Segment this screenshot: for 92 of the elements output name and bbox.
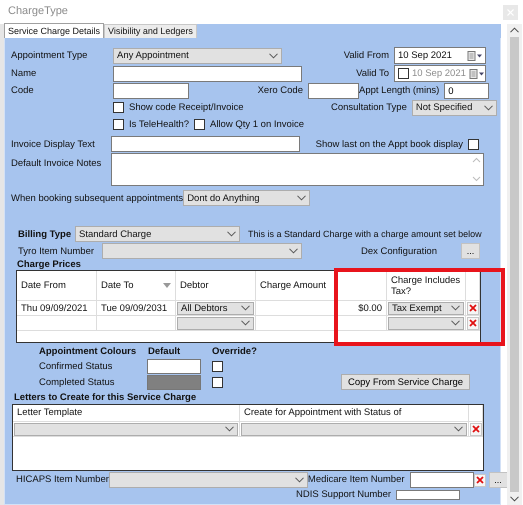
browse-button[interactable]: ... <box>461 243 480 260</box>
dropdown[interactable]: Dont do Anything <box>183 190 310 206</box>
delete-button[interactable] <box>470 422 482 436</box>
dropdown[interactable] <box>177 316 254 330</box>
field-label: Show code Receipt/Invoice <box>129 102 244 114</box>
column-header: Date From <box>21 280 66 292</box>
checkbox[interactable] <box>468 138 479 150</box>
field-label: Billing Type <box>18 228 72 240</box>
field-label: Valid From <box>344 50 389 62</box>
field-label: Letters to Create for this Service Charge <box>14 392 196 404</box>
chevron-icon <box>225 426 234 432</box>
checkbox[interactable] <box>194 119 205 130</box>
column-header: Charge Amount <box>260 280 326 292</box>
field-label: Tyro Item Number <box>18 246 94 258</box>
column-header: Debtor <box>180 280 209 292</box>
delete-button[interactable] <box>467 302 479 315</box>
field-label: Default Invoice Notes <box>11 158 102 170</box>
column-header: Date To <box>101 280 134 292</box>
field-label: Allow Qty 1 on Invoice <box>210 119 304 130</box>
field-label: Consultation Type <box>331 102 407 114</box>
input-field[interactable] <box>410 472 474 488</box>
chevron-icon <box>297 195 306 202</box>
field-label: Completed Status <box>39 376 115 388</box>
chevron-icon <box>269 52 278 58</box>
chevron-icon <box>289 248 298 254</box>
field-label: Valid To <box>356 68 389 80</box>
dropdown[interactable] <box>241 422 467 436</box>
input-field[interactable] <box>308 83 359 99</box>
field-label: Charge Prices <box>17 259 81 271</box>
column-header: Create for Appointment with Status of <box>244 407 402 419</box>
tab[interactable]: Visibility and Ledgers <box>104 24 197 38</box>
chevron-icon <box>294 477 304 484</box>
checkbox[interactable] <box>113 102 124 114</box>
table-cell: Tue 09/09/2031 <box>101 302 168 314</box>
field-label: Medicare Item Number <box>308 474 405 486</box>
dropdown[interactable]: Standard Charge <box>75 226 240 242</box>
table-cell: $0.00 <box>358 302 382 314</box>
dropdown[interactable] <box>388 316 464 330</box>
tab[interactable]: Service Charge Details <box>4 23 104 38</box>
close-icon <box>472 425 480 434</box>
text-area[interactable] <box>111 153 484 186</box>
checkbox[interactable] <box>398 68 409 79</box>
dropdown[interactable]: Tax Exempt <box>388 302 464 315</box>
field-label: Invoice Display Text <box>11 138 95 150</box>
field-label: Code <box>11 85 34 97</box>
field-label: Confirmed Status <box>39 360 112 372</box>
field-label: Name <box>11 68 36 80</box>
calendar-dropdown-icon <box>468 68 485 78</box>
input-field[interactable] <box>113 83 189 99</box>
browse-button[interactable]: ... <box>488 472 508 488</box>
dropdown[interactable] <box>14 422 238 436</box>
field-label: Appointment Colours <box>39 346 136 358</box>
delete-button[interactable] <box>467 316 479 330</box>
close-icon <box>469 319 477 328</box>
field-label: Appt Length (mins) <box>359 85 440 97</box>
checkbox[interactable] <box>212 360 223 372</box>
checkbox[interactable] <box>113 119 124 130</box>
column-header: Letter Template <box>17 407 82 419</box>
dropdown[interactable]: Any Appointment <box>113 48 282 64</box>
checkbox[interactable] <box>212 376 223 388</box>
field-label: When booking subsequent appointments <box>11 192 184 204</box>
field-label: NDIS Support Number <box>296 489 392 501</box>
field-label: Is TeleHealth? <box>129 119 190 130</box>
scrollbar[interactable] <box>507 24 522 505</box>
scroll-arrows-icon <box>472 156 481 184</box>
field-label: HICAPS Item Number <box>16 474 109 486</box>
chevron-icon <box>454 426 463 432</box>
window-title: ChargeType <box>8 5 68 19</box>
field-label: Appointment Type <box>11 50 88 62</box>
input-field[interactable] <box>113 66 302 82</box>
table-cell: Thu 09/09/2021 <box>21 302 88 314</box>
input-field[interactable] <box>396 490 460 500</box>
input-field[interactable] <box>111 136 300 152</box>
field-label: Dex Configuration <box>360 246 437 258</box>
field-label: Xero Code <box>258 85 303 97</box>
close-icon <box>469 304 477 312</box>
close-icon <box>476 476 484 484</box>
field-label: Default <box>148 346 180 358</box>
field-label: Override? <box>212 346 257 358</box>
copy-button[interactable]: Copy From Service Charge <box>341 374 470 390</box>
input-field[interactable]: 0 <box>444 83 490 99</box>
column-header: Charge Includes Tax? <box>391 274 461 298</box>
chevron-icon <box>484 105 493 111</box>
scrollbar-thumb[interactable] <box>510 37 519 492</box>
chevron-icon <box>227 231 236 238</box>
info-text: This is a Standard Charge with a charge amount set below <box>248 228 482 240</box>
dropdown[interactable]: All Debtors <box>177 302 254 315</box>
date-picker[interactable]: 10 Sep 2021 <box>394 47 486 64</box>
calendar-dropdown-icon <box>467 50 483 60</box>
dropdown[interactable]: Not Specified <box>412 100 497 116</box>
delete-button[interactable] <box>474 474 486 487</box>
field-label: Show last on the Appt book display <box>316 138 463 150</box>
